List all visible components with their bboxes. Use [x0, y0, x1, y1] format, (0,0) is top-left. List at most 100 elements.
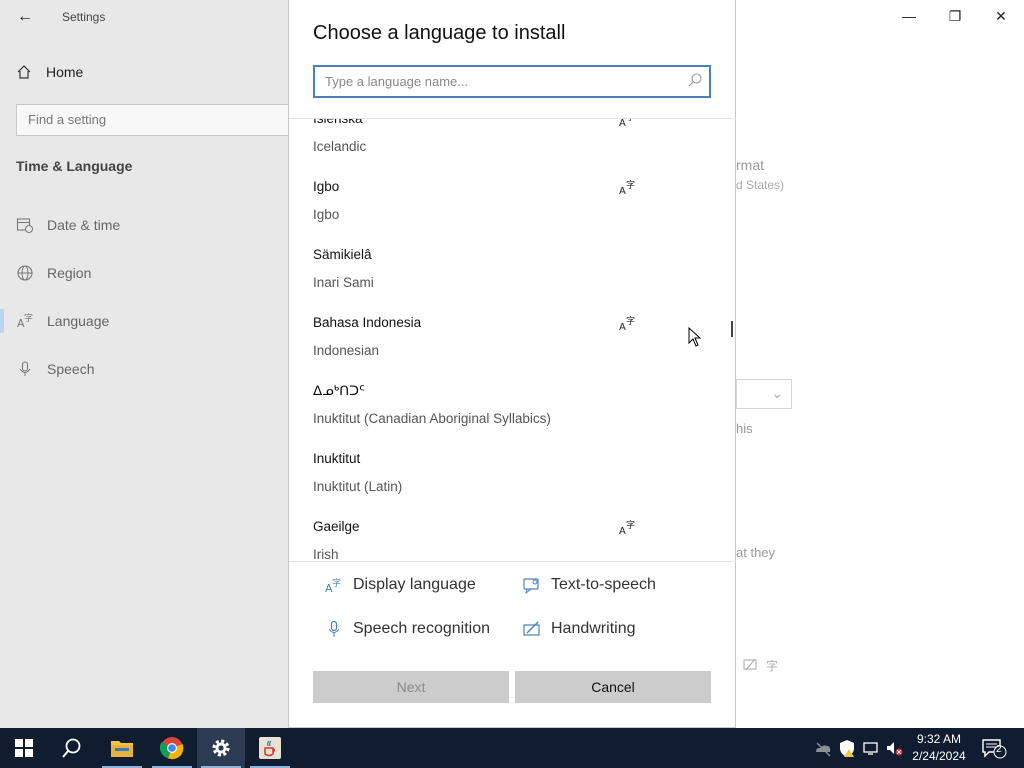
taskbar-file-explorer[interactable]	[98, 728, 146, 768]
search-icon[interactable]	[687, 72, 703, 88]
feature-text-to-speech: Text-to-speech	[523, 576, 656, 594]
language-list-item[interactable]: Bahasa Indonesia Indonesian A字	[313, 315, 723, 383]
language-search-input[interactable]	[315, 67, 665, 95]
svg-text:A: A	[619, 118, 626, 127]
feature-label: Handwriting	[551, 620, 636, 637]
active-indicator	[0, 309, 4, 333]
taskbar: 9:32 AM 2/24/2024 2	[0, 728, 1024, 768]
language-english-name: Inuktitut (Latin)	[313, 479, 403, 494]
settings-nav-pane: ← Settings Home Find a setting Time & La…	[0, 0, 306, 728]
language-native-name: ᐃᓄᒃᑎᑐᑦ	[313, 383, 365, 398]
cancel-button[interactable]: Cancel	[515, 671, 711, 703]
display-language-icon: A字	[619, 179, 635, 195]
description-fragment-2: at they	[736, 545, 776, 560]
svg-text:字: 字	[626, 315, 635, 327]
display-language-icon: A字	[619, 315, 635, 331]
language-native-name: Inuktitut	[313, 451, 361, 466]
svg-text:字: 字	[626, 519, 635, 531]
language-search-box[interactable]	[313, 65, 711, 98]
taskbar-java[interactable]	[246, 728, 294, 768]
language-list-item[interactable]: Inuktitut Inuktitut (Latin)	[313, 451, 723, 519]
nav-item-speech[interactable]: Speech	[16, 357, 94, 381]
window-title: Settings	[62, 10, 106, 24]
minimize-button[interactable]: —	[886, 0, 932, 32]
svg-text:字: 字	[626, 179, 635, 191]
nav-label: Date & time	[47, 217, 121, 233]
language-english-name: Inuktitut (Canadian Aboriginal Syllabics…	[313, 411, 551, 426]
display-language-icon: A字	[619, 118, 635, 127]
start-icon	[15, 739, 33, 757]
start-button[interactable]	[0, 728, 48, 768]
svg-text:A: A	[619, 186, 626, 195]
feature-display-language: A字 Display language	[325, 576, 476, 594]
clock-date: 2/24/2024	[912, 749, 966, 763]
nav-item-region[interactable]: Region	[16, 261, 91, 285]
svg-text:A: A	[619, 526, 626, 535]
taskbar-chrome[interactable]	[148, 728, 196, 768]
display-language-icon: A字	[325, 577, 341, 594]
language-english-name: Igbo	[313, 207, 340, 222]
format-text-fragment: rmat	[736, 157, 764, 173]
language-list-item[interactable]: Íslenska Icelandic A字	[313, 118, 723, 179]
language-native-name: Íslenska	[313, 118, 363, 126]
taskbar-clock[interactable]: 9:32 AM 2/24/2024	[906, 731, 972, 765]
notification-count: 2	[996, 744, 1002, 755]
feature-label: Text-to-speech	[551, 576, 656, 593]
security-warning-icon[interactable]	[838, 738, 856, 758]
language-english-name: Icelandic	[313, 139, 367, 154]
nav-label: Language	[47, 313, 110, 329]
language-native-name: Igbo	[313, 179, 340, 194]
taskbar-search-button[interactable]	[48, 728, 96, 768]
home-label: Home	[46, 64, 84, 80]
language-native-name: Bahasa Indonesia	[313, 315, 422, 330]
language-install-dialog: Choose a language to install Íslenska Ic…	[288, 0, 736, 728]
close-button[interactable]: ✕	[978, 0, 1024, 32]
java-icon	[259, 737, 281, 759]
taskbar-settings[interactable]	[197, 728, 245, 768]
action-center-button[interactable]: 2	[980, 736, 1008, 760]
dialog-title: Choose a language to install	[313, 22, 566, 44]
feature-icons-fragment: 字	[743, 658, 778, 673]
list-scrollbar[interactable]	[731, 321, 733, 337]
handwriting-icon	[523, 621, 540, 636]
nav-item-date-time[interactable]: Date & time	[16, 213, 120, 237]
language-list-item[interactable]: Sämikielâ Inari Sami	[313, 247, 723, 315]
settings-icon	[212, 739, 230, 757]
back-button[interactable]: ←	[14, 6, 36, 28]
language-native-name: Gaeilge	[313, 519, 360, 534]
text-to-speech-icon	[523, 578, 539, 594]
feature-label: Display language	[353, 576, 476, 593]
language-list-item[interactable]: Igbo Igbo A字	[313, 179, 723, 247]
language-list-item[interactable]: Gaeilge Irish A字	[313, 519, 723, 561]
restore-button[interactable]: ❐	[932, 0, 978, 32]
language-native-name: Sämikielâ	[313, 247, 372, 262]
background-dropdown[interactable]: ⌄	[736, 379, 792, 409]
region-text-fragment: d States)	[736, 178, 785, 192]
calendar-clock-icon	[16, 218, 33, 233]
mouse-cursor-icon	[688, 327, 702, 347]
description-fragment: his	[736, 421, 753, 436]
feature-handwriting: Handwriting	[523, 620, 635, 638]
home-link[interactable]: Home	[16, 64, 83, 80]
language-list[interactable]: Íslenska Icelandic A字 Igbo Igbo A字 Sämik…	[289, 118, 736, 562]
network-icon[interactable]	[862, 738, 880, 758]
svg-text:字: 字	[332, 577, 341, 589]
language-list-item[interactable]: ᐃᓄᒃᑎᑐᑦ Inuktitut (Canadian Aboriginal Sy…	[313, 383, 723, 451]
svg-text:字: 字	[24, 312, 33, 324]
find-setting-input[interactable]: Find a setting	[16, 104, 306, 136]
next-button[interactable]: Next	[313, 671, 509, 703]
svg-text:字: 字	[626, 118, 635, 123]
language-english-name: Indonesian	[313, 343, 380, 358]
display-language-icon: A字	[619, 519, 635, 535]
nav-label: Region	[47, 265, 92, 281]
feature-legend: A字 Display language Text-to-speech Speec…	[289, 562, 736, 662]
nav-item-language[interactable]: A字 Language	[16, 309, 109, 333]
chrome-icon	[160, 737, 184, 760]
file-explorer-icon	[111, 741, 133, 757]
onedrive-offline-icon[interactable]	[814, 738, 832, 758]
volume-muted-icon[interactable]	[885, 738, 903, 758]
svg-text:A: A	[619, 322, 626, 331]
globe-icon	[17, 265, 33, 281]
search-icon	[62, 738, 81, 758]
notification-icon	[982, 739, 1007, 759]
